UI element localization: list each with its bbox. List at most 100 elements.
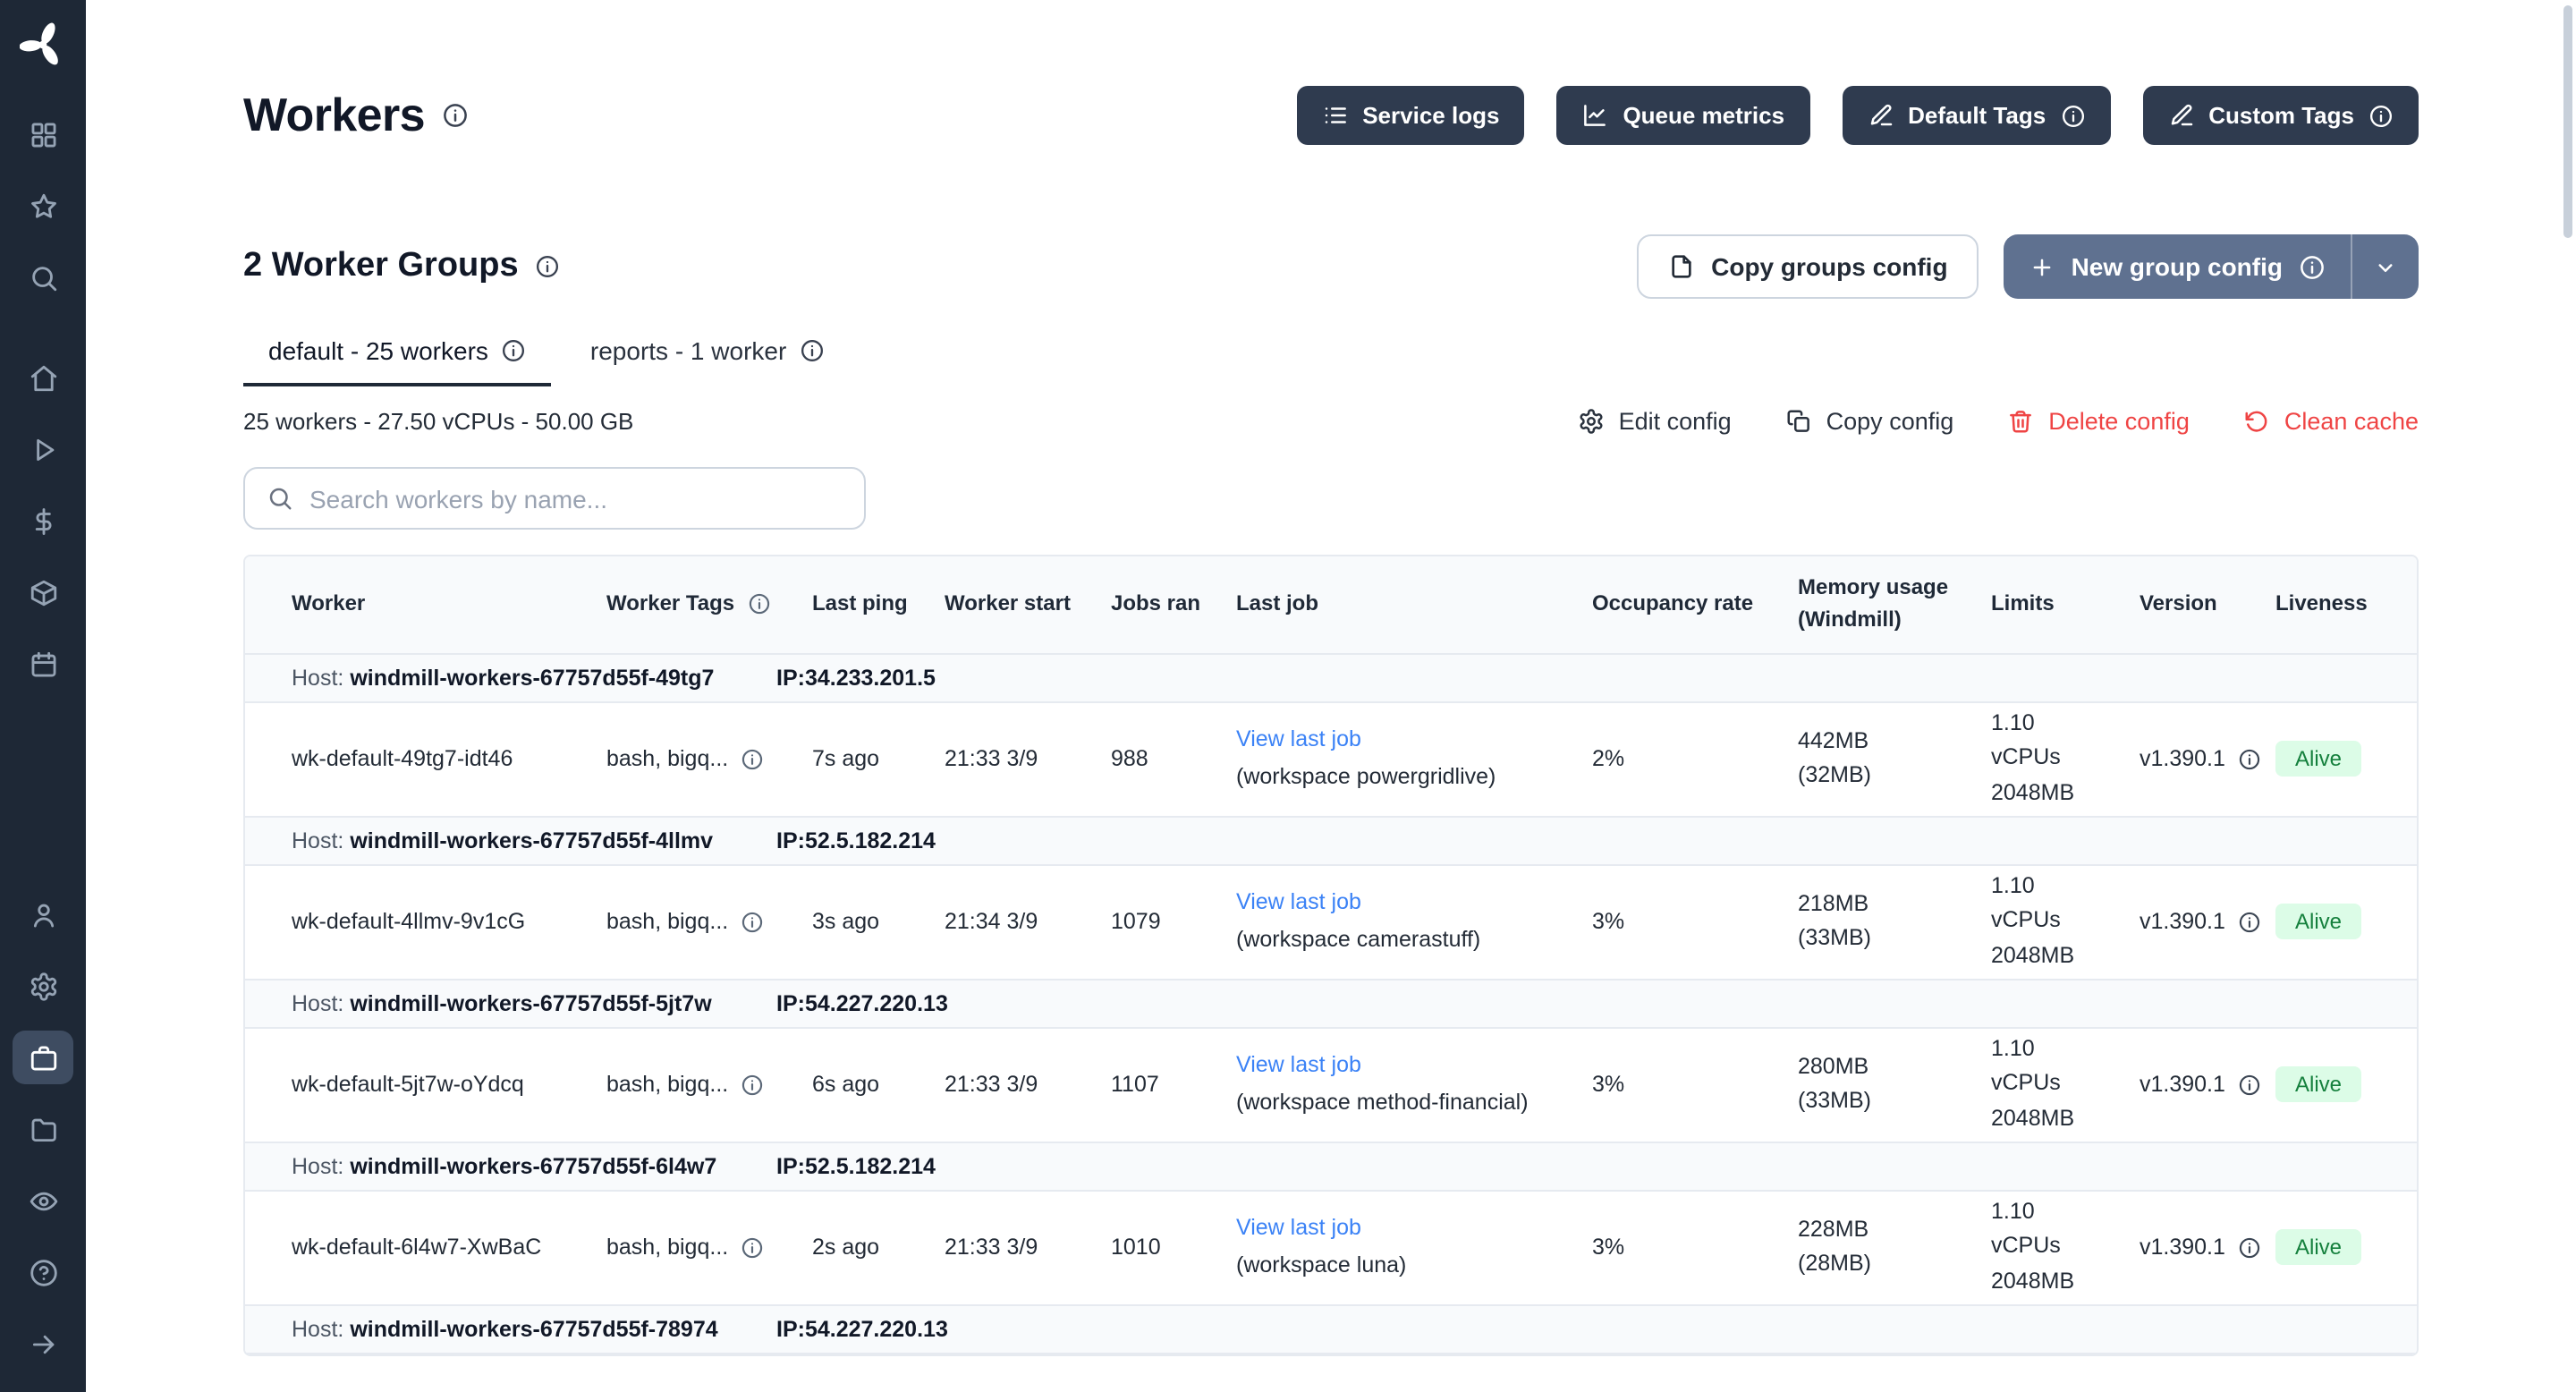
info-icon[interactable] — [2238, 1073, 2261, 1096]
search-icon — [267, 485, 293, 512]
workers-table: WorkerWorker TagsLast pingWorker startJo… — [243, 555, 2419, 1355]
memory-usage-cell: 442MB(32MB) — [1776, 701, 1970, 816]
host-label: Host: — [292, 990, 343, 1015]
last-job-workspace: (workspace luna) — [1236, 1248, 1556, 1283]
info-icon[interactable] — [741, 1235, 764, 1259]
liveness-badge: Alive — [2275, 1066, 2361, 1102]
main-content: Workers Service logs Queue metrics Defau… — [86, 0, 2576, 1392]
worker-groups-actions: Copy groups config New group config — [1636, 234, 2419, 299]
sidebar-item-settings[interactable] — [13, 959, 73, 1013]
grid-icon — [28, 119, 58, 149]
windmill-logo[interactable] — [20, 21, 66, 68]
group-config-row: 25 workers - 27.50 vCPUs - 50.00 GB Edit… — [243, 408, 2419, 435]
copy-groups-config-button[interactable]: Copy groups config — [1636, 234, 1978, 299]
delete-config-button[interactable]: Delete config — [2007, 408, 2190, 435]
sidebar-item-help[interactable] — [13, 1245, 73, 1299]
pencil-icon — [2167, 102, 2194, 129]
sidebar-item-favorites[interactable] — [13, 179, 73, 233]
copy-icon — [1785, 408, 1812, 435]
sidebar-item-resources[interactable] — [13, 565, 73, 619]
sidebar-item-apps[interactable] — [13, 107, 73, 161]
host-ip: IP:52.5.182.214 — [776, 1153, 936, 1178]
sidebar-item-folders[interactable] — [13, 1102, 73, 1156]
liveness-cell: Alive — [2254, 1027, 2419, 1142]
view-last-job-link[interactable]: View last job — [1236, 1215, 1361, 1240]
column-header-worker: Worker — [245, 556, 585, 653]
tab-reports[interactable]: reports - 1 worker — [565, 320, 849, 386]
chart-icon — [1581, 102, 1608, 129]
host-row: Host: windmill-workers-67757d55f-5jt7wIP… — [245, 979, 2419, 1027]
app-window: Workers Service logs Queue metrics Defau… — [0, 0, 2576, 1392]
worker-name-cell: wk-default-5jt7w-oYdcq — [245, 1027, 585, 1142]
search-icon — [28, 262, 58, 293]
new-group-config-caret[interactable] — [2351, 234, 2419, 299]
worker-name-cell: wk-default-4llmv-9v1cG — [245, 864, 585, 979]
scrollbar-thumb[interactable] — [2563, 5, 2572, 238]
last-ping-cell: 7s ago — [791, 701, 923, 816]
host-ip: IP:34.233.201.5 — [776, 665, 936, 690]
sidebar-item-variables[interactable] — [13, 494, 73, 547]
info-icon — [501, 338, 526, 363]
info-icon[interactable] — [2238, 1235, 2261, 1259]
edit-config-button[interactable]: Edit config — [1578, 408, 1732, 435]
info-icon[interactable] — [741, 747, 764, 770]
info-icon — [2299, 253, 2326, 280]
column-header-last-job: Last job — [1215, 556, 1571, 653]
info-icon — [2368, 103, 2394, 128]
tab-default[interactable]: default - 25 workers — [243, 320, 551, 386]
service-logs-button[interactable]: Service logs — [1296, 86, 1524, 145]
sidebar-item-audit-logs[interactable] — [13, 1174, 73, 1227]
memory-usage-cell: 228MB(28MB) — [1776, 1190, 1970, 1304]
limits-cell: 1.10 vCPUs2048MB — [1970, 1190, 2118, 1304]
custom-tags-button[interactable]: Custom Tags — [2142, 86, 2419, 145]
info-icon — [799, 338, 824, 363]
gear-icon — [28, 971, 58, 1001]
copy-config-label: Copy config — [1826, 408, 1954, 435]
copy-config-button[interactable]: Copy config — [1785, 408, 1954, 435]
worker-table-head-row: WorkerWorker TagsLast pingWorker startJo… — [245, 556, 2419, 653]
info-icon[interactable] — [535, 254, 560, 279]
occupancy-rate-cell: 3% — [1571, 1190, 1776, 1304]
worker-tags-cell: bash, bigq... — [585, 1190, 791, 1304]
info-icon — [2060, 103, 2085, 128]
view-last-job-link[interactable]: View last job — [1236, 889, 1361, 914]
sidebar-item-users[interactable] — [13, 887, 73, 941]
worker-tags-cell: bash, bigq... — [585, 864, 791, 979]
host-ip: IP:54.227.220.13 — [776, 1316, 948, 1341]
rotate-icon — [2243, 408, 2270, 435]
sidebar-item-workers[interactable] — [13, 1031, 73, 1084]
new-group-config-main[interactable]: New group config — [2004, 234, 2351, 299]
info-icon[interactable] — [443, 102, 470, 129]
worker-start-cell: 21:34 3/9 — [923, 864, 1089, 979]
sidebar-item-expand[interactable] — [13, 1317, 73, 1371]
view-last-job-link[interactable]: View last job — [1236, 726, 1361, 751]
host-name: windmill-workers-67757d55f-49tg7 — [350, 665, 714, 690]
queue-metrics-button[interactable]: Queue metrics — [1556, 86, 1809, 145]
search-input[interactable] — [309, 484, 843, 513]
info-icon[interactable] — [2238, 910, 2261, 933]
host-name: windmill-workers-67757d55f-4llmv — [350, 828, 713, 853]
trash-icon — [2007, 408, 2034, 435]
liveness-cell: Alive — [2254, 1190, 2419, 1304]
info-icon[interactable] — [741, 1073, 764, 1096]
sidebar-item-runs[interactable] — [13, 422, 73, 476]
info-icon[interactable] — [2238, 747, 2261, 770]
clean-cache-button[interactable]: Clean cache — [2243, 408, 2419, 435]
sidebar-item-search[interactable] — [13, 250, 73, 304]
pencil-icon — [1867, 102, 1894, 129]
jobs-ran-cell: 1079 — [1089, 864, 1215, 979]
default-tags-button[interactable]: Default Tags — [1842, 86, 2110, 145]
limits-cell: 1.10 vCPUs2048MB — [1970, 864, 2118, 979]
view-last-job-link[interactable]: View last job — [1236, 1052, 1361, 1077]
tab-default-label: default - 25 workers — [268, 336, 488, 365]
tab-reports-label: reports - 1 worker — [590, 336, 786, 365]
default-tags-label: Default Tags — [1908, 102, 2046, 129]
sidebar-item-schedules[interactable] — [13, 637, 73, 691]
info-icon[interactable] — [747, 592, 770, 615]
sidebar-item-home[interactable] — [13, 351, 73, 404]
liveness-badge: Alive — [2275, 1229, 2361, 1265]
info-icon[interactable] — [741, 910, 764, 933]
worker-groups-title-text: 2 Worker Groups — [243, 247, 519, 286]
occupancy-rate-cell: 3% — [1571, 1027, 1776, 1142]
liveness-cell: Alive — [2254, 864, 2419, 979]
